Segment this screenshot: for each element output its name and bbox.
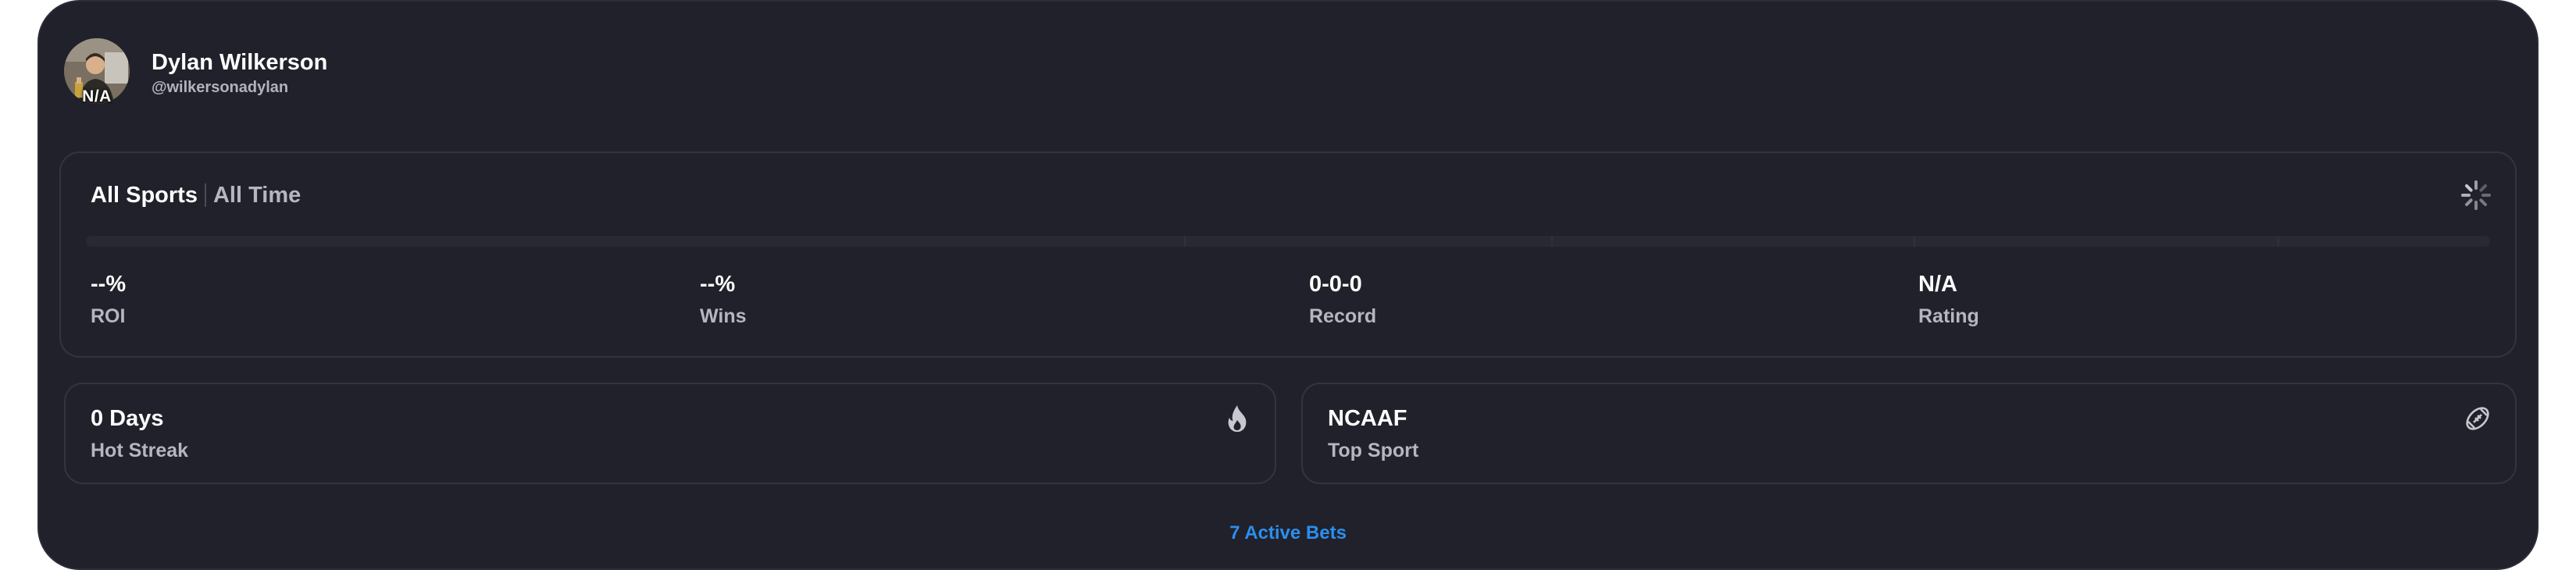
top-sport-value: NCAAF [1328, 406, 1408, 431]
hot-streak-card: 0 Days Hot Streak [64, 383, 1276, 484]
football-icon [2466, 407, 2489, 430]
stat-rating: N/A Rating [1918, 270, 1979, 328]
stat-record: 0-0-0 Record [1309, 270, 1376, 328]
sport-filter[interactable]: All Sports [91, 180, 198, 211]
user-name: Dylan Wilkerson [152, 50, 328, 75]
stat-label: Record [1309, 305, 1377, 327]
period-filter[interactable]: All Time [213, 180, 301, 211]
stat-label: Wins [700, 305, 747, 327]
filter-tabs: All Sports All Time [91, 180, 301, 211]
top-sport-card: NCAAF Top Sport [1301, 383, 2517, 484]
active-bets-link[interactable]: 7 Active Bets [39, 522, 2537, 545]
flame-icon [1228, 405, 1247, 433]
loading-spinner-icon [2461, 180, 2491, 210]
stat-value: --% [91, 272, 127, 297]
tab-divider [204, 183, 206, 207]
avatar[interactable]: N/A [64, 38, 130, 105]
top-sport-label: Top Sport [1328, 440, 1419, 461]
stat-roi: --% ROI [91, 270, 126, 328]
streak-label: Hot Streak [91, 440, 189, 461]
progress-divider [1184, 236, 1186, 247]
stat-label: ROI [91, 305, 126, 327]
profile-card: N/A Dylan Wilkerson @wilkersonadylan All… [37, 0, 2539, 570]
stat-label: Rating [1918, 305, 1979, 327]
stat-value: N/A [1918, 272, 1957, 297]
user-handle: @wilkersonadylan [152, 79, 289, 96]
stat-value: --% [700, 272, 736, 297]
stat-value: 0-0-0 [1309, 272, 1362, 297]
stat-wins: --% Wins [700, 270, 747, 328]
avatar-rating-badge: N/A [82, 87, 112, 105]
streak-value: 0 Days [91, 406, 164, 431]
progress-divider [1551, 236, 1553, 247]
progress-divider [1914, 236, 1915, 247]
progress-divider [2278, 236, 2279, 247]
stats-panel: All Sports All Time --% ROI --% Wins 0-0… [59, 151, 2517, 358]
progress-bar [86, 236, 2490, 247]
